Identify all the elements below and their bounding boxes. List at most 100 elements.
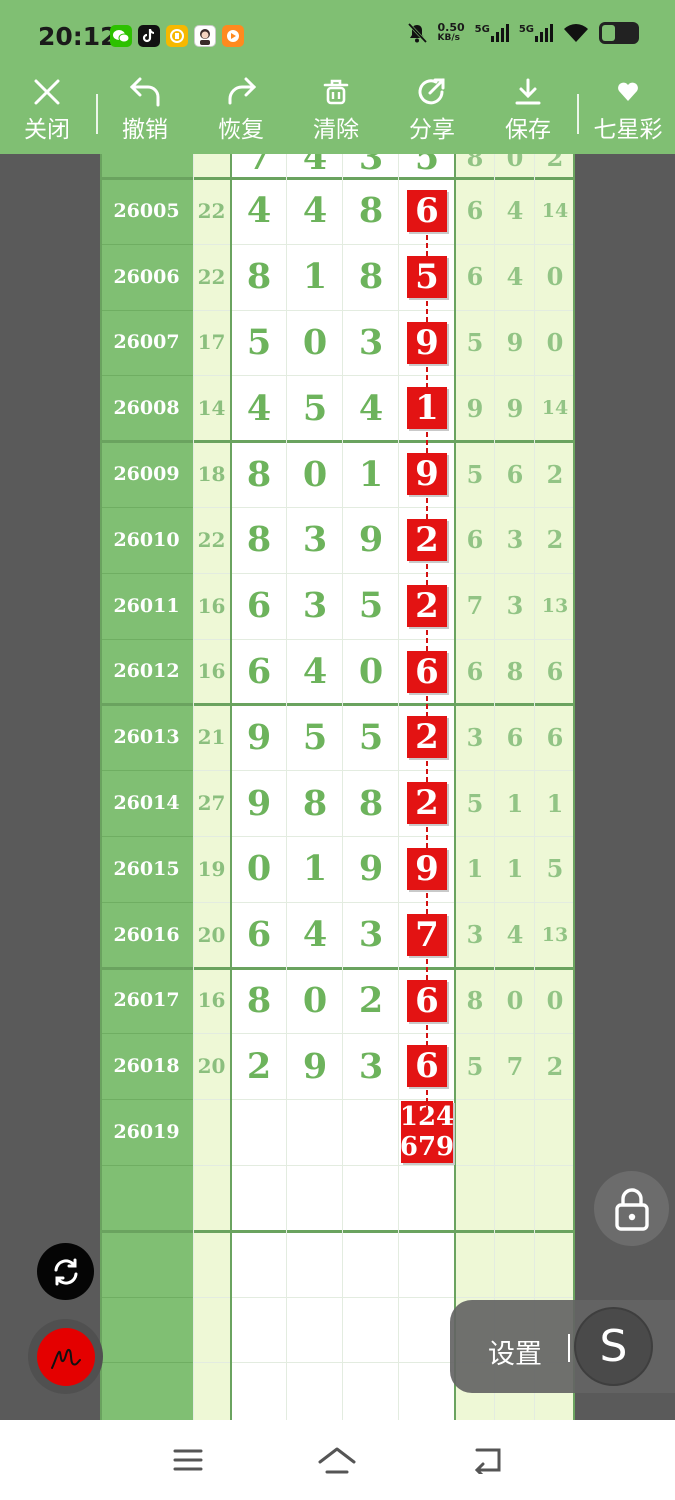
sum-value: 22: [197, 264, 226, 289]
digit-cell: [231, 1099, 287, 1165]
save-button[interactable]: 保存: [493, 74, 563, 154]
digit-cell: 0: [302, 321, 328, 363]
lottery-type-button[interactable]: 七星彩: [588, 74, 668, 154]
trend-connector: [426, 966, 428, 972]
digit-cell: [287, 1099, 343, 1165]
coin-app-icon: [166, 25, 188, 47]
tail-cell: 2: [546, 525, 564, 555]
share-icon: [418, 78, 445, 105]
notification-icons: [110, 25, 244, 47]
signal-icon: [535, 24, 553, 42]
digit-cell: 4: [302, 650, 328, 692]
issue-row-divider: [100, 1362, 193, 1364]
digit-cell: 8: [246, 519, 272, 561]
close-button[interactable]: 关闭: [12, 74, 82, 154]
system-nav-bar: [0, 1420, 675, 1500]
sum-value: 20: [197, 1054, 226, 1079]
trend-connector: [426, 498, 428, 504]
lock-button[interactable]: [594, 1171, 669, 1246]
tail-cell: 14: [541, 397, 569, 420]
sum-value: 18: [197, 462, 226, 487]
digit-cell: 8: [358, 782, 384, 824]
trend-connector: [426, 893, 428, 898]
digit-cell: 9: [358, 848, 384, 890]
redo-button[interactable]: 恢复: [206, 74, 276, 154]
tail-cell: 8: [466, 985, 484, 1015]
lottery-type-label: 七星彩: [593, 117, 663, 143]
trend-connector: [426, 711, 428, 717]
tail-cell: 5: [546, 854, 564, 884]
wifi-icon: [564, 24, 588, 42]
battery-icon: [599, 22, 639, 44]
digit-cell: 0: [302, 979, 328, 1021]
share-button[interactable]: 分享: [397, 74, 467, 154]
tail-cell: 4: [506, 196, 524, 226]
tail-cell: 5: [466, 459, 484, 489]
highlight-digit: 7: [407, 913, 447, 956]
home-button[interactable]: [317, 1442, 357, 1478]
trend-connector: [426, 251, 428, 256]
trend-connector: [426, 440, 428, 446]
sim1-label: 5G: [474, 24, 490, 35]
lock-icon: [614, 1187, 649, 1231]
tail-cell: 5: [466, 788, 484, 818]
digit-cell: 0: [302, 453, 328, 495]
sum-value: 16: [197, 988, 226, 1013]
s-mode-button[interactable]: S: [576, 1309, 651, 1384]
tail-cell: 3: [506, 591, 524, 621]
settings-button[interactable]: 设置: [488, 1332, 542, 1371]
issue-number: 26012: [113, 660, 180, 683]
tail-cell: 3: [466, 920, 484, 950]
prediction-line-2: 679: [399, 1132, 455, 1163]
tail-cell: 6: [466, 656, 484, 686]
s-glyph: S: [599, 1321, 628, 1372]
digit-cell: 8: [246, 979, 272, 1021]
redo-label: 恢复: [218, 117, 264, 143]
sum-value: 22: [197, 198, 226, 223]
highlight-digit: 9: [407, 848, 447, 890]
clear-button[interactable]: 清除: [301, 74, 371, 154]
issue-number: 26011: [113, 594, 180, 617]
issue-number: 26019: [113, 1121, 180, 1144]
undo-icon: [129, 77, 160, 107]
trend-connector: [426, 695, 428, 701]
settings-divider: [568, 1334, 570, 1362]
undo-button[interactable]: 撤销: [110, 74, 180, 154]
issue-row-divider: [100, 1296, 193, 1298]
sync-button[interactable]: [37, 1243, 94, 1300]
tail-cell: 5: [466, 1051, 484, 1081]
trend-connector: [426, 366, 428, 372]
tail-cell: 4: [506, 920, 524, 950]
issue-number: 26015: [113, 857, 180, 880]
tail-cell: 2: [546, 1051, 564, 1081]
clock: 20:12: [38, 22, 118, 51]
trend-connector: [426, 835, 428, 841]
tail-cell: [455, 1099, 495, 1165]
highlight-digit: 9: [407, 321, 447, 364]
trend-connector: [426, 843, 428, 849]
tail-cell: 4: [506, 262, 524, 292]
sum-value: 19: [197, 856, 226, 881]
tail-cell: 1: [506, 788, 524, 818]
trend-connector: [426, 1106, 428, 1112]
trend-connector: [426, 243, 428, 248]
back-icon: [474, 1448, 501, 1474]
group-divider: [100, 1229, 575, 1233]
back-button[interactable]: [468, 1442, 508, 1478]
pen-button[interactable]: [28, 1319, 103, 1394]
trend-chart[interactable]: 7 4 3 5 8 0 2 26005 22 4 4 8 6 6 4 14 26006 22 8 1 8 5 6 4 0 2600…: [100, 154, 575, 1420]
trend-connector: [426, 432, 428, 438]
tiktok-icon: [138, 25, 160, 47]
heart-icon: [618, 82, 638, 101]
trend-connector: [426, 777, 428, 783]
toolbar-divider: [96, 94, 98, 134]
digit-cell: 1: [302, 256, 328, 298]
mute-bell-icon: [407, 22, 427, 44]
menu-button[interactable]: [168, 1442, 208, 1478]
save-label: 保存: [505, 117, 551, 143]
digit-cell: 0: [358, 650, 384, 692]
sum-value: 20: [197, 922, 226, 947]
issue-number: 26016: [113, 923, 180, 946]
trend-connector: [426, 769, 428, 775]
highlight-digit: 2: [407, 782, 447, 825]
